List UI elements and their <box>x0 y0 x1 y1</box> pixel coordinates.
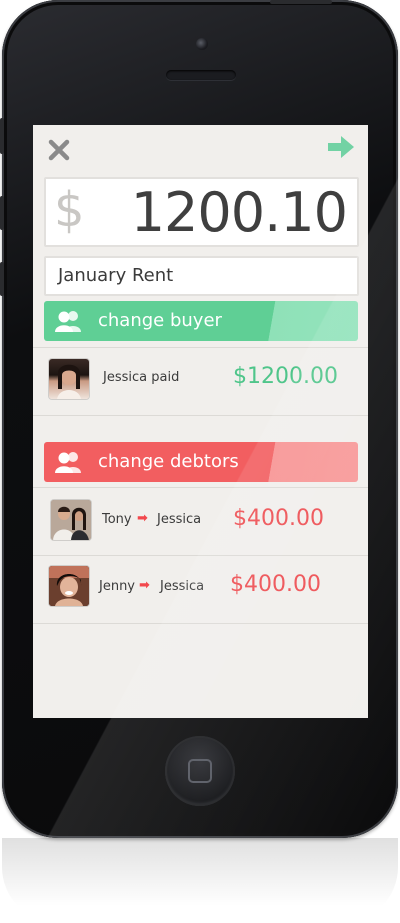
debtor-row[interactable]: Tony ➡ Jessica $400.00 <box>33 488 368 554</box>
home-button[interactable] <box>165 736 235 806</box>
volume-down-button <box>0 262 4 296</box>
change-buyer-button[interactable]: change buyer <box>44 301 358 341</box>
debtor-amount: $400.00 <box>230 572 321 597</box>
arrow-right-icon[interactable] <box>326 134 356 160</box>
debtor-to-name: Jessica <box>160 579 205 594</box>
mute-switch <box>0 118 4 154</box>
front-camera <box>196 38 208 50</box>
earpiece-speaker <box>166 70 236 80</box>
phone-reflection <box>2 838 398 923</box>
top-bar <box>33 125 368 175</box>
debtor-to-name: Jessica <box>157 512 202 527</box>
description-value: January Rent <box>58 265 174 286</box>
arrow-right-icon: ➡ <box>139 578 150 593</box>
divider <box>33 623 368 624</box>
close-icon[interactable] <box>47 138 71 162</box>
description-field[interactable]: January Rent <box>44 256 359 296</box>
power-button <box>270 0 332 4</box>
divider <box>33 415 368 416</box>
debtor-amount: $400.00 <box>233 506 324 531</box>
buyer-name: Jessica paid <box>103 370 180 385</box>
buyer-amount: $1200.00 <box>233 364 338 389</box>
debtor-from-name: Tony <box>102 512 132 527</box>
arrow-right-icon: ➡ <box>137 511 148 526</box>
amount-value: 1200.10 <box>130 181 348 244</box>
avatar-jenny <box>49 566 89 606</box>
people-icon <box>55 452 81 473</box>
change-debtors-label: change debtors <box>98 451 239 472</box>
people-icon <box>55 311 81 332</box>
avatar-tony <box>51 500 91 540</box>
change-debtors-button[interactable]: change debtors <box>44 442 358 482</box>
volume-up-button <box>0 196 4 230</box>
amount-field[interactable]: $ 1200.10 <box>44 177 359 247</box>
debtor-from-name: Jenny <box>99 579 136 594</box>
home-square-icon <box>188 759 212 783</box>
avatar-jessica <box>49 359 89 399</box>
buyer-row[interactable]: Jessica paid $1200.00 <box>33 348 368 414</box>
app-screen: $ 1200.10 January Rent change buyer Jess… <box>33 125 368 718</box>
currency-symbol: $ <box>54 182 85 238</box>
debtor-row[interactable]: Jenny ➡ Jessica $400.00 <box>33 556 368 622</box>
change-buyer-label: change buyer <box>98 310 222 331</box>
